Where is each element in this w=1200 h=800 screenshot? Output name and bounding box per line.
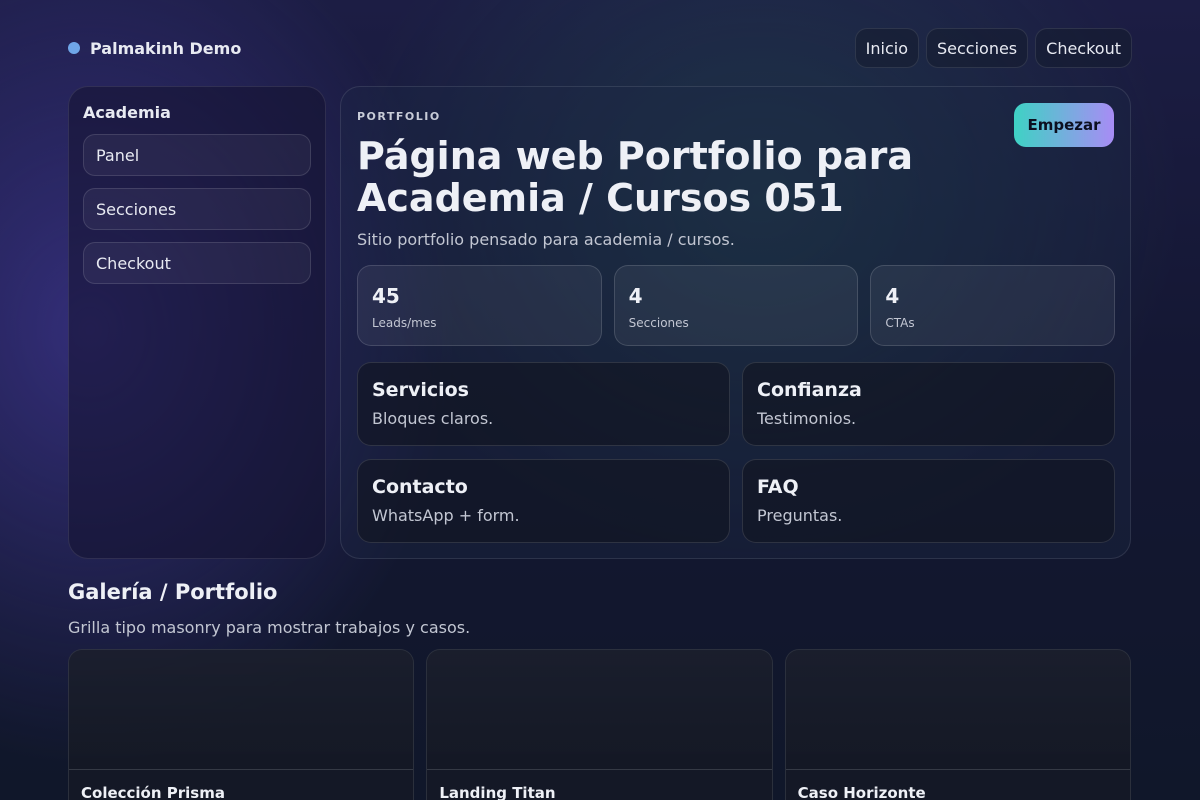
gallery-title: Galería / Portfolio: [68, 580, 278, 604]
brand-dot-icon: [68, 42, 80, 54]
feature-desc: Preguntas.: [757, 506, 843, 525]
sidebar: Academia Panel Secciones Checkout: [68, 86, 326, 559]
feature-card-servicios: Servicios Bloques claros.: [357, 362, 730, 446]
sidebar-item-secciones[interactable]: Secciones: [83, 188, 311, 230]
stats-row: 45 Leads/mes 4 Secciones 4 CTAs: [357, 265, 1116, 346]
gallery-card-title: Colección Prisma: [81, 784, 225, 800]
features-grid: Servicios Bloques claros. Confianza Test…: [357, 362, 1115, 543]
hero-eyebrow: PORTFOLIO: [357, 110, 441, 123]
feature-desc: WhatsApp + form.: [372, 506, 520, 525]
feature-card-confianza: Confianza Testimonios.: [742, 362, 1115, 446]
nav-link-checkout[interactable]: Checkout: [1035, 28, 1132, 68]
stat-card-leads: 45 Leads/mes: [357, 265, 602, 346]
feature-title: FAQ: [757, 476, 799, 498]
gallery-thumbnail: [785, 650, 1130, 770]
empezar-button[interactable]: Empezar: [1014, 103, 1114, 147]
stat-value: 45: [372, 284, 400, 308]
feature-card-contacto: Contacto WhatsApp + form.: [357, 459, 730, 543]
feature-title: Contacto: [372, 476, 468, 498]
gallery-grid: Colección Prisma Landing Titan Caso Hori…: [68, 649, 1131, 800]
gallery-subtitle: Grilla tipo masonry para mostrar trabajo…: [68, 618, 471, 637]
top-header: Palmakinh Demo Inicio Secciones Checkout: [68, 28, 1132, 68]
brand-name: Palmakinh Demo: [90, 38, 242, 58]
stat-label: Leads/mes: [372, 316, 437, 330]
stat-card-secciones: 4 Secciones: [613, 265, 859, 346]
feature-desc: Bloques claros.: [372, 409, 494, 428]
feature-title: Servicios: [372, 379, 469, 401]
nav-link-secciones[interactable]: Secciones: [925, 28, 1029, 68]
gallery-card-prisma[interactable]: Colección Prisma: [68, 649, 415, 800]
sidebar-title: Academia: [83, 103, 171, 122]
stat-label: Secciones: [628, 316, 689, 330]
stat-value: 4: [628, 284, 643, 308]
sidebar-item-checkout[interactable]: Checkout: [83, 242, 311, 284]
page-title: Página web Portfolio para Academia / Cur…: [357, 134, 914, 220]
stat-card-ctas: 4 CTAs: [870, 265, 1116, 346]
stat-label: CTAs: [885, 316, 915, 330]
gallery-card-title: Landing Titan: [439, 784, 556, 800]
gallery-card-title: Caso Horizonte: [797, 784, 926, 800]
brand[interactable]: Palmakinh Demo: [68, 39, 241, 58]
sidebar-item-panel[interactable]: Panel: [83, 134, 311, 176]
feature-desc: Testimonios.: [757, 409, 857, 428]
feature-card-faq: FAQ Preguntas.: [742, 459, 1115, 543]
stat-value: 4: [885, 284, 900, 308]
feature-title: Confianza: [757, 379, 862, 401]
gallery-thumbnail: [427, 650, 772, 770]
top-nav: Inicio Secciones Checkout: [854, 28, 1132, 68]
hero-card: PORTFOLIO Página web Portfolio para Acad…: [340, 86, 1131, 559]
gallery-card-horizonte[interactable]: Caso Horizonte: [784, 649, 1131, 800]
gallery-thumbnail: [69, 650, 414, 770]
nav-link-inicio[interactable]: Inicio: [854, 28, 919, 68]
gallery-card-titan[interactable]: Landing Titan: [426, 649, 773, 800]
hero-subtitle: Sitio portfolio pensado para academia / …: [357, 230, 735, 249]
